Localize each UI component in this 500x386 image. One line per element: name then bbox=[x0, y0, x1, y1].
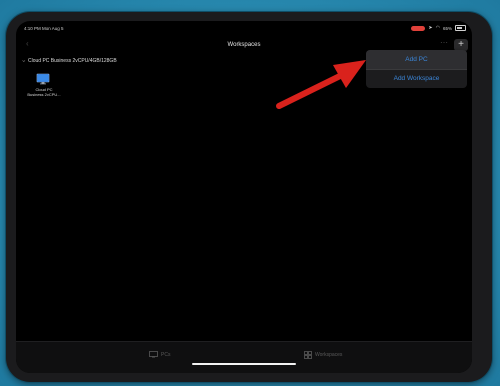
status-bar: 4:10 PM Mon Aug 5 ➤ ◠ 65% bbox=[16, 21, 472, 35]
tab-pcs-label: PCs bbox=[161, 351, 171, 358]
cloud-pc-thumbnail-icon bbox=[36, 73, 50, 85]
tab-workspaces-label: Workspaces bbox=[315, 352, 343, 358]
workspace-group-header[interactable]: › Cloud PC Business 2vCPU/4GB/128GB bbox=[20, 56, 322, 66]
ipad-screen: 4:10 PM Mon Aug 5 ➤ ◠ 65% ‹ Workspaces ⋯… bbox=[16, 21, 472, 373]
more-icon[interactable]: ⋯ bbox=[440, 38, 448, 47]
workspace-group-title: Cloud PC Business 2vCPU/4GB/128GB bbox=[28, 58, 117, 64]
chevron-down-icon: › bbox=[20, 60, 26, 62]
battery-percent: 65% bbox=[442, 25, 452, 31]
tab-bar: PCs Workspaces bbox=[16, 341, 472, 373]
menu-item-add-pc[interactable]: Add PC bbox=[366, 50, 467, 69]
cloud-pc-label: Cloud PC Business 2vCPU... bbox=[24, 87, 64, 97]
tab-workspaces[interactable]: Workspaces bbox=[304, 351, 342, 359]
status-indicators: ➤ ◠ 65% bbox=[411, 25, 466, 31]
location-icon: ➤ bbox=[428, 24, 433, 31]
workspaces-icon bbox=[304, 351, 312, 359]
menu-item-add-workspace[interactable]: Add Workspace bbox=[366, 69, 467, 88]
wifi-icon: ◠ bbox=[435, 24, 440, 31]
screen-recording-icon bbox=[411, 25, 426, 31]
battery-icon bbox=[455, 25, 466, 31]
status-time: 4:10 PM Mon Aug 5 bbox=[24, 26, 64, 31]
cloud-pc-label-line2: Business 2vCPU... bbox=[27, 92, 61, 97]
home-indicator[interactable] bbox=[192, 363, 296, 365]
pc-icon bbox=[149, 351, 158, 358]
page-title: Workspaces bbox=[227, 42, 261, 48]
tab-pcs[interactable]: PCs bbox=[149, 351, 170, 358]
add-menu-dropdown: Add PC Add Workspace bbox=[366, 50, 467, 88]
